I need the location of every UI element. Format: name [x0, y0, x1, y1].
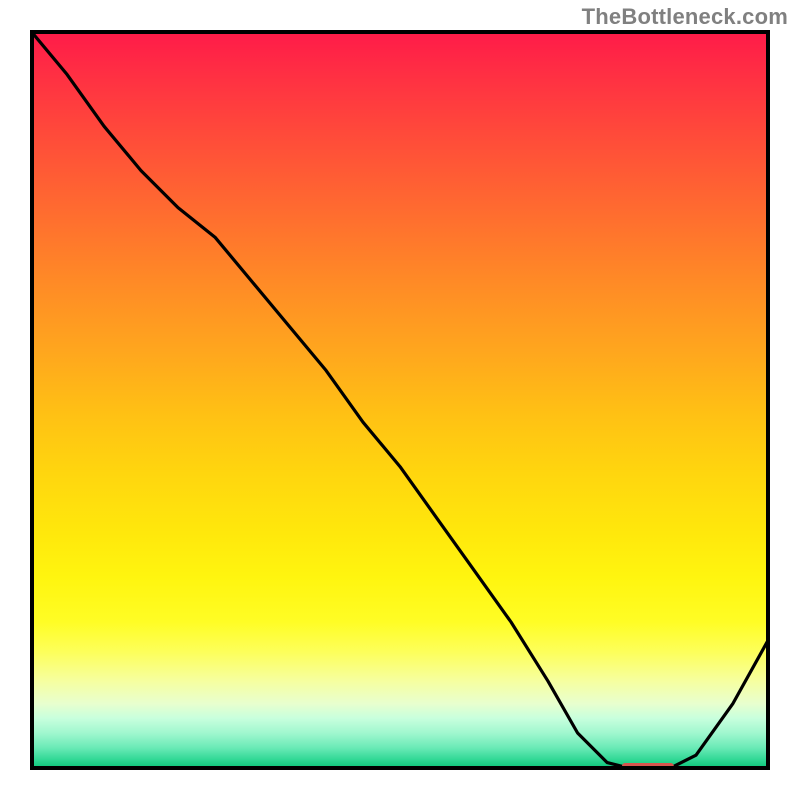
optimal-marker-pill	[622, 763, 674, 770]
chart-container: TheBottleneck.com	[0, 0, 800, 800]
watermark-text: TheBottleneck.com	[582, 4, 788, 30]
chart-svg	[30, 30, 770, 770]
bottleneck-curve	[30, 30, 770, 770]
plot-area	[30, 30, 770, 770]
